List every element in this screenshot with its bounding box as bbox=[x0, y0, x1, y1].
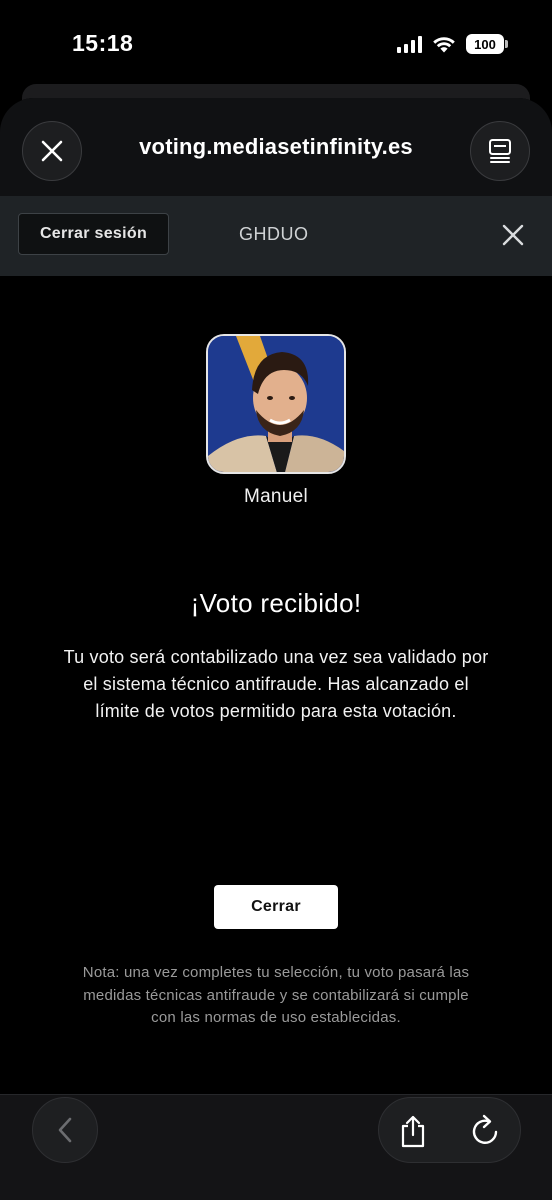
share-button[interactable] bbox=[399, 1114, 427, 1153]
vote-confirmation-message: Tu voto será contabilizado una vez sea v… bbox=[63, 647, 489, 721]
tabs-button[interactable] bbox=[470, 121, 530, 181]
action-pill bbox=[378, 1097, 521, 1163]
reload-button[interactable] bbox=[471, 1114, 501, 1151]
cellular-signal-icon bbox=[397, 35, 422, 53]
status-icons: 100 bbox=[397, 34, 508, 54]
bottom-toolbar bbox=[0, 1094, 552, 1200]
status-time: 15:18 bbox=[72, 30, 134, 56]
candidate-photo bbox=[208, 336, 344, 472]
battery-icon: 100 bbox=[466, 34, 508, 54]
logout-button[interactable]: Cerrar sesión bbox=[18, 213, 169, 255]
close-button[interactable]: Cerrar bbox=[214, 885, 338, 929]
site-code: GHDUO bbox=[239, 224, 309, 244]
candidate-name: Manuel bbox=[243, 486, 309, 507]
browser-sheet: voting.mediasetinfinity.es Cerrar sesión… bbox=[0, 98, 552, 1200]
chevron-left-icon bbox=[58, 1117, 72, 1143]
status-bar: 15:18 100 bbox=[0, 0, 552, 90]
screen: 15:18 100 voting.mediasetinfinity.es Cer… bbox=[0, 0, 552, 1200]
reload-icon bbox=[472, 1114, 498, 1144]
tabs-icon bbox=[489, 139, 511, 163]
browser-header: voting.mediasetinfinity.es bbox=[0, 98, 552, 196]
antifraud-note: Nota: una vez completes tu selección, tu… bbox=[82, 964, 470, 1026]
share-icon bbox=[401, 1115, 425, 1148]
wifi-icon bbox=[432, 35, 456, 53]
site-close-button[interactable] bbox=[500, 222, 526, 248]
candidate-avatar bbox=[206, 334, 346, 474]
site-toolbar: Cerrar sesión GHDUO bbox=[0, 196, 552, 276]
close-icon bbox=[502, 224, 524, 246]
back-button[interactable] bbox=[32, 1097, 98, 1163]
vote-confirmation-title: ¡Voto recibido! bbox=[190, 588, 362, 618]
